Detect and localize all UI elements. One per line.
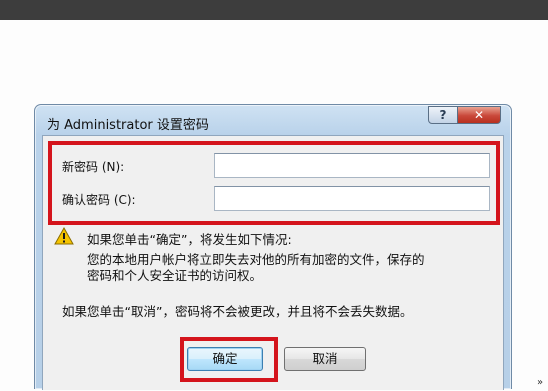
- top-dark-band: [0, 0, 548, 20]
- cancel-note: 如果您单击“取消”，密码将不会被更改，并且将不会丢失数据。: [62, 304, 413, 319]
- dialog-titlebar[interactable]: 为 Administrator 设置密码 ? ✕: [35, 105, 511, 135]
- warning-heading: 如果您单击“确定”，将发生如下情况:: [87, 232, 292, 247]
- close-button[interactable]: ✕: [458, 106, 501, 124]
- help-button[interactable]: ?: [428, 106, 458, 124]
- caption-buttons: ? ✕: [428, 106, 501, 125]
- warning-detail-line-2: 密码和个人安全证书的访问权。: [87, 268, 263, 283]
- new-password-label: 新密码 (N):: [62, 160, 125, 174]
- close-icon: ✕: [473, 108, 485, 122]
- warning-icon: [54, 226, 74, 245]
- ok-button[interactable]: 确定: [187, 347, 263, 371]
- help-icon: ?: [439, 108, 447, 122]
- new-password-field[interactable]: [214, 153, 490, 178]
- corner-mark: »: [537, 377, 544, 388]
- cancel-button[interactable]: 取消: [284, 347, 366, 371]
- confirm-password-field[interactable]: [214, 186, 490, 211]
- dialog-title: 为 Administrator 设置密码: [47, 118, 209, 133]
- confirm-password-label: 确认密码 (C):: [62, 193, 136, 207]
